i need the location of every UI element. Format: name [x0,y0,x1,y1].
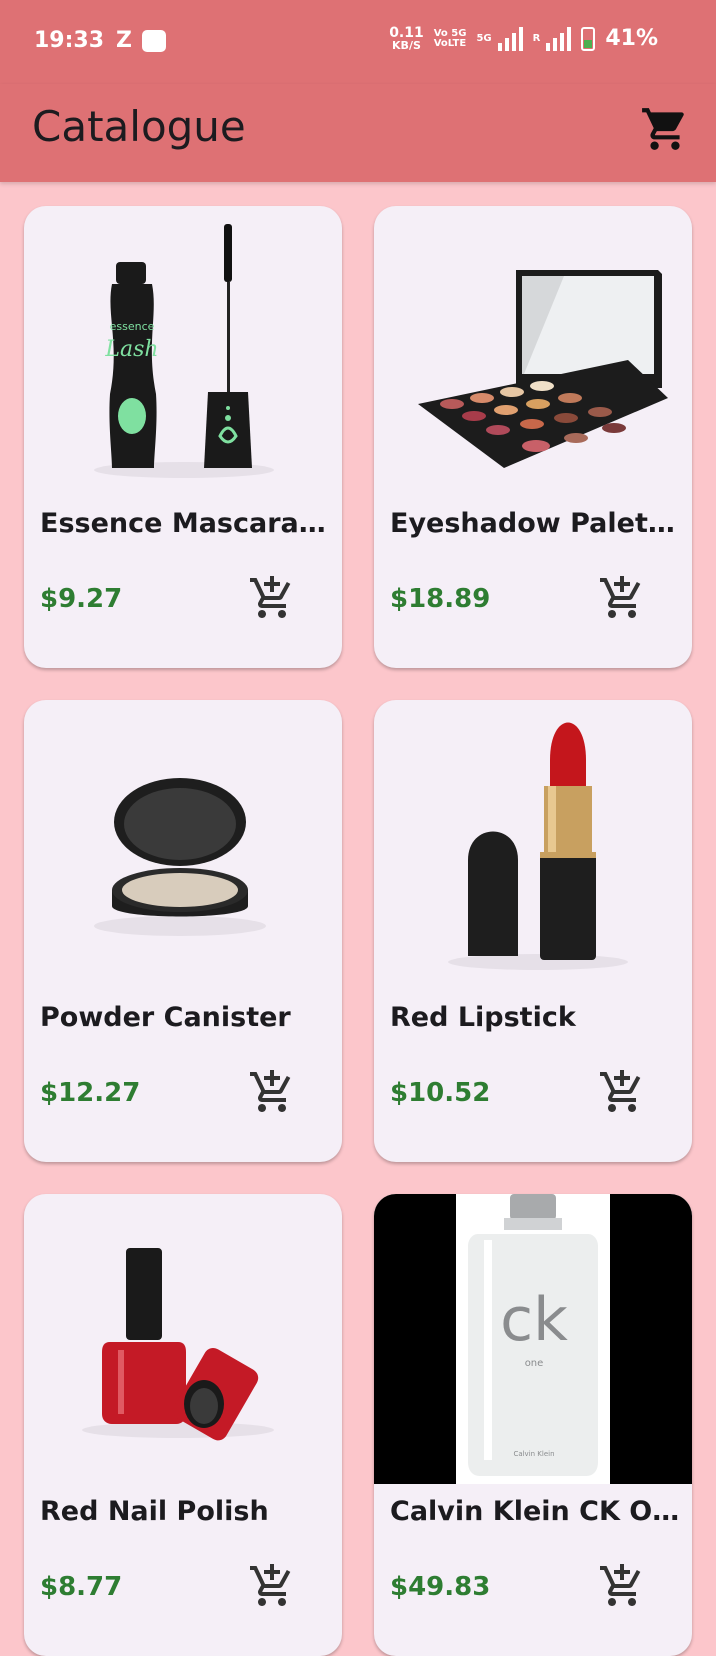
volte-top: Vo 5G [433,27,467,39]
product-card[interactable]: Red Lipstick $10.52 [374,700,692,1162]
product-price: $8.77 [40,1572,123,1602]
network-speed-unit: KB/S [392,39,421,52]
app-bar: Catalogue [0,84,716,182]
volte-indicator: Vo 5G VoLTE [433,27,467,49]
signal-2-icon [546,26,572,51]
svg-text:essence: essence [110,320,155,333]
perfume-image: ck one Calvin Klein [374,1194,692,1484]
status-indicators: 0.11 KB/S Vo 5G VoLTE 5G R 41% [389,26,658,51]
add-shopping-cart-icon [250,576,291,618]
perfume-brand-logo: ck [500,1285,568,1355]
product-name: Essence Mascara La… [40,508,330,539]
status-bar: 19:33 Z 0.11 KB/S Vo 5G VoLTE 5G R 41% [0,0,716,84]
perfume-one-label: one [525,1358,544,1369]
signal-2-label: R [532,33,541,44]
product-name: Red Lipstick [390,1002,576,1033]
product-name: Calvin Klein CK One [390,1496,680,1527]
battery-icon [581,26,596,51]
status-app-letter: Z [116,28,132,53]
svg-text:Lash: Lash [104,337,158,362]
network-speed-value: 0.11 [389,25,424,41]
add-to-cart-button[interactable] [248,1562,296,1610]
powder-canister-image [94,778,266,936]
shopping-cart-icon [642,108,684,150]
add-to-cart-button[interactable] [598,574,646,622]
add-to-cart-button[interactable] [248,1068,296,1116]
notification-app-icon [142,30,166,52]
product-name: Eyeshadow Palette … [390,508,680,539]
battery-percent: 41% [605,26,658,51]
add-to-cart-button[interactable] [598,1068,646,1116]
add-shopping-cart-icon [250,1564,291,1606]
add-to-cart-button[interactable] [248,574,296,622]
nail-polish-image [82,1248,274,1441]
product-name: Red Nail Polish [40,1496,269,1527]
product-price: $10.52 [390,1078,491,1108]
product-name: Powder Canister [40,1002,291,1033]
product-card[interactable]: Powder Canister $12.27 [24,700,342,1162]
eyeshadow-palette-image [418,270,668,468]
product-card[interactable]: Red Nail Polish $8.77 [24,1194,342,1656]
product-price: $18.89 [390,584,491,614]
add-shopping-cart-icon [600,576,641,618]
add-shopping-cart-icon [600,1564,641,1606]
product-card[interactable]: Eyeshadow Palette … $18.89 [374,206,692,668]
perfume-brand-name: Calvin Klein [513,1450,554,1458]
mascara-image: essence Lash [94,224,274,478]
lipstick-image [448,722,628,970]
add-shopping-cart-icon [600,1070,641,1112]
volte-bottom: VoLTE [433,37,467,49]
signal-1-icon [497,26,523,51]
product-card[interactable]: essence Lash Essence Mascara La… $9.27 [24,206,342,668]
network-speed: 0.11 KB/S [389,26,424,51]
product-price: $9.27 [40,584,123,614]
add-to-cart-button[interactable] [598,1562,646,1610]
product-price: $49.83 [390,1572,491,1602]
product-price: $12.27 [40,1078,141,1108]
product-card[interactable]: ck one Calvin Klein Calvin Klein CK One … [374,1194,692,1656]
page-title: Catalogue [32,102,246,151]
cart-button[interactable] [640,104,690,154]
add-shopping-cart-icon [250,1070,291,1112]
signal-1-label: 5G [476,33,492,44]
status-time: 19:33 [34,28,105,53]
